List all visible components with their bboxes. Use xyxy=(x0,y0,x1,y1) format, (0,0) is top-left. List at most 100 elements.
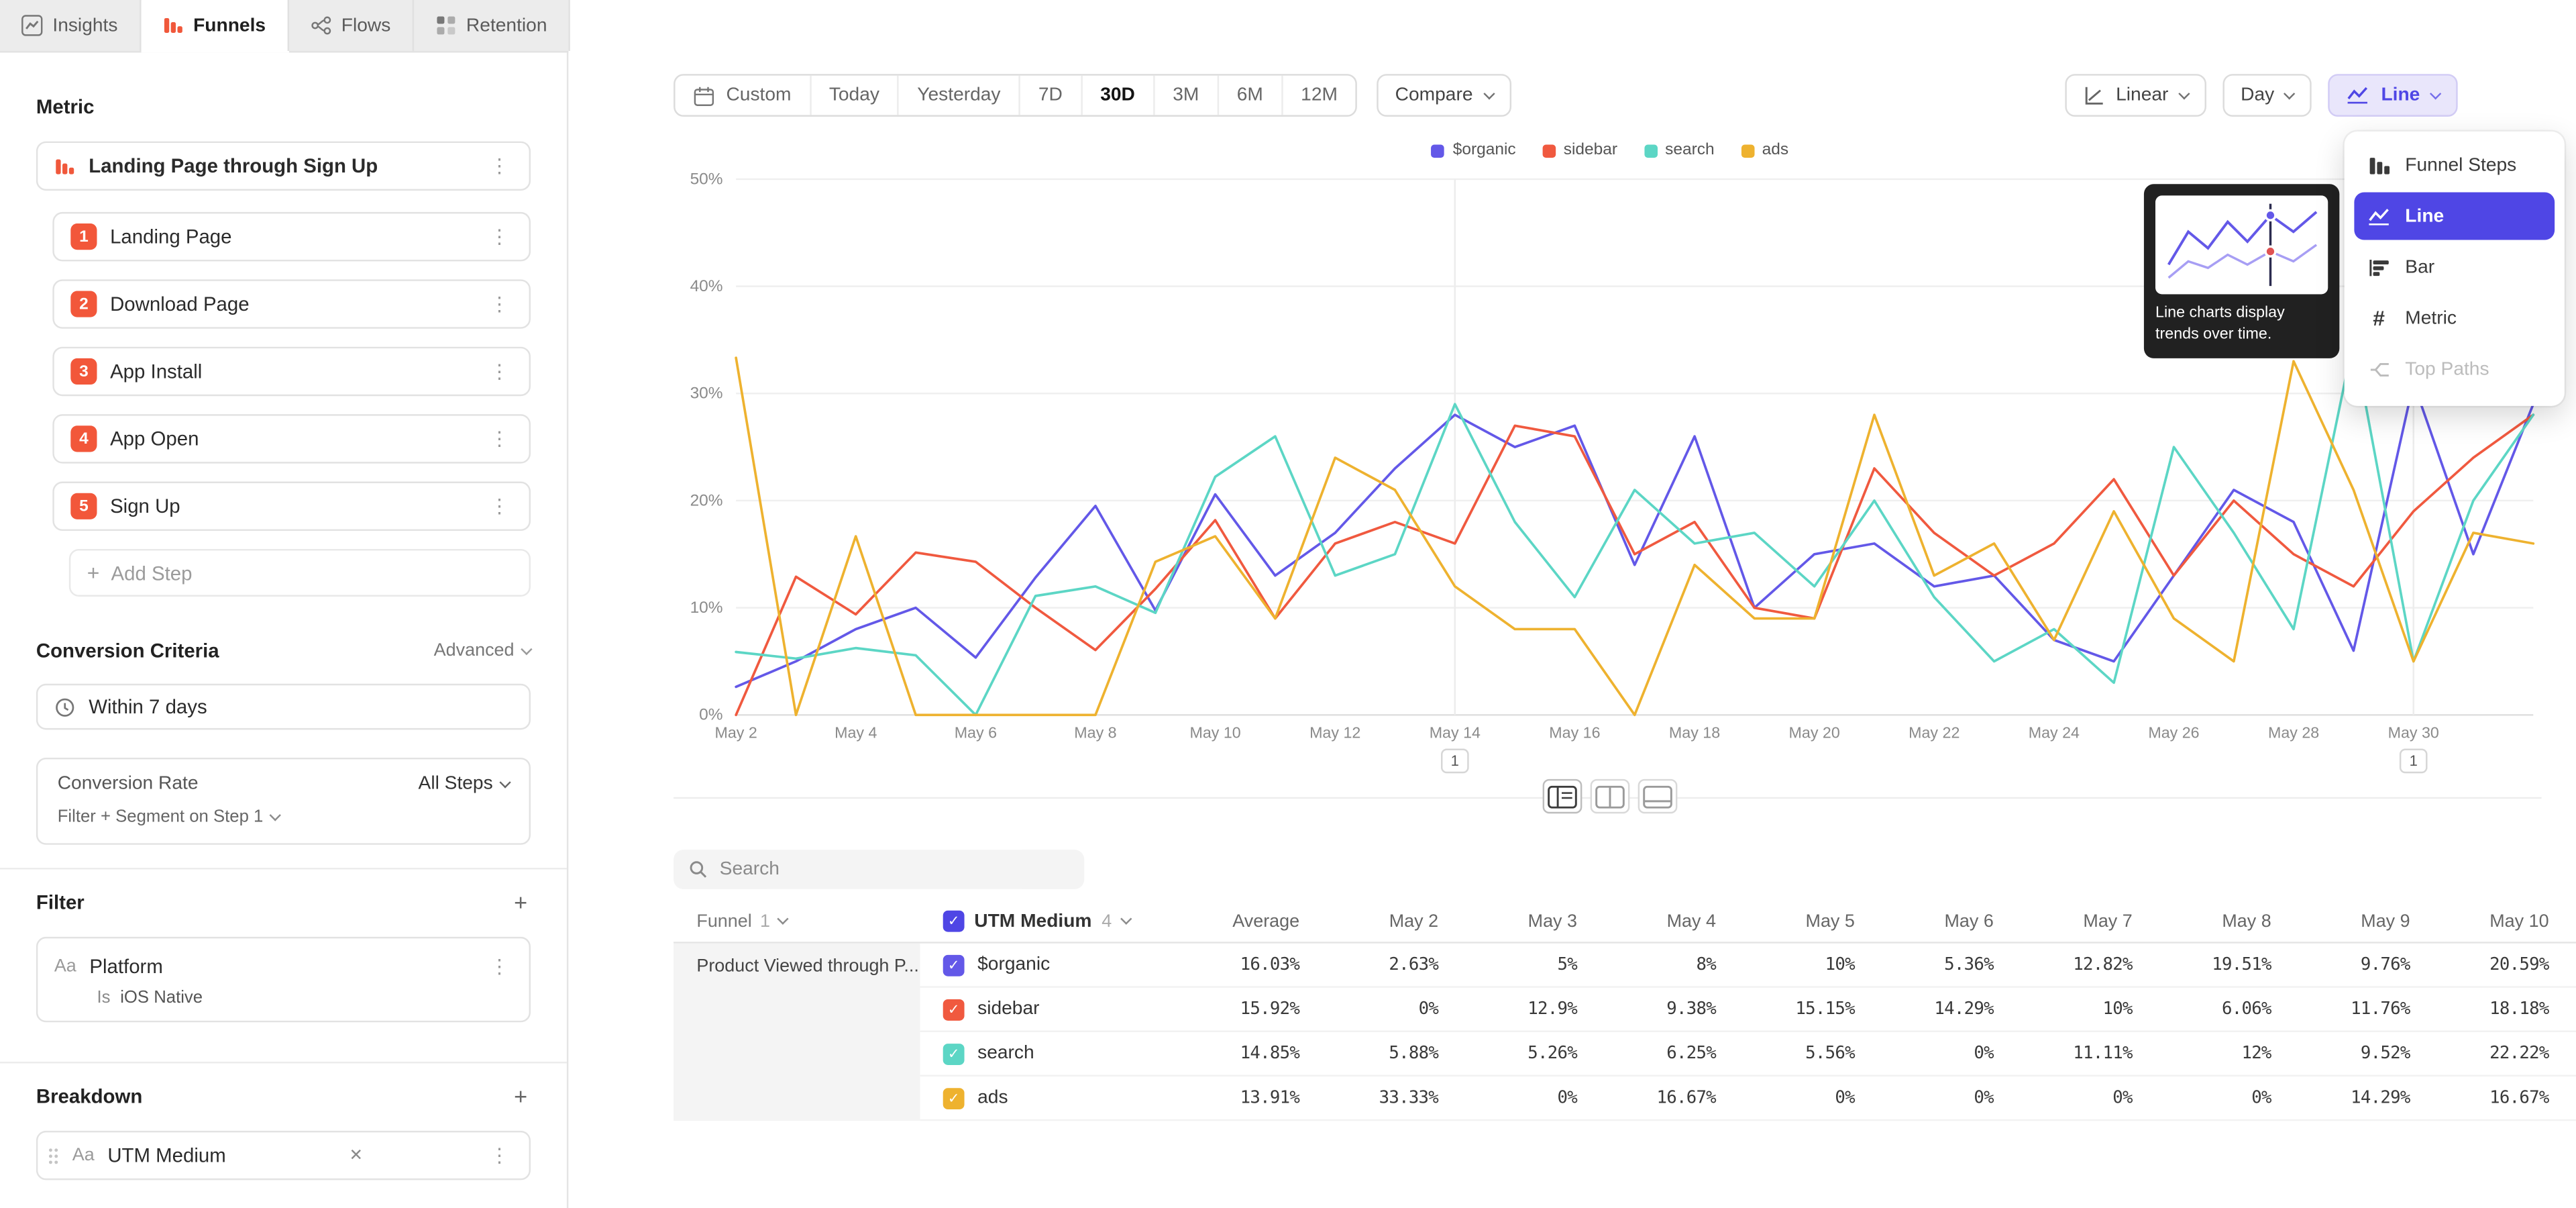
value-cell: 15.15% xyxy=(1716,999,1855,1019)
series-checkbox[interactable] xyxy=(943,999,965,1020)
breakdown-table: Funnel 1 UTM Medium 4 Average May 2May 3… xyxy=(674,901,2576,1121)
app-root: Insights Funnels Flows Retention Metric … xyxy=(0,0,2576,1208)
tab-insights[interactable]: Insights xyxy=(0,0,141,51)
legend-item[interactable]: $organic xyxy=(1432,142,1516,160)
series-checkbox[interactable] xyxy=(943,954,965,976)
kebab-menu-icon[interactable]: ⋮ xyxy=(486,156,513,176)
add-breakdown-button[interactable]: + xyxy=(511,1085,531,1107)
svg-text:May 6: May 6 xyxy=(955,724,997,742)
funnel-step-2[interactable]: 2 Download Page ⋮ xyxy=(52,279,531,328)
compare-button[interactable]: Compare xyxy=(1377,74,1511,117)
yesterday-button[interactable]: Yesterday xyxy=(899,76,1020,115)
legend-item[interactable]: search xyxy=(1644,142,1714,160)
add-filter-button[interactable]: + xyxy=(511,891,531,913)
menu-item-metric[interactable]: # Metric xyxy=(2354,294,2555,342)
svg-text:May 22: May 22 xyxy=(1909,724,1960,742)
tab-flows[interactable]: Flows xyxy=(288,0,413,51)
funnel-count: 1 xyxy=(760,911,770,931)
close-icon[interactable]: ✕ xyxy=(344,1146,368,1164)
chevron-down-icon xyxy=(270,809,281,820)
tab-funnels[interactable]: Funnels xyxy=(141,0,289,51)
step-label: Landing Page xyxy=(110,225,473,248)
menu-item-funnel-steps[interactable]: Funnel Steps xyxy=(2354,142,2555,189)
value-cell: 10% xyxy=(1994,999,2133,1019)
filter-heading: Filter xyxy=(36,891,85,913)
today-button[interactable]: Today xyxy=(811,76,899,115)
interval-dropdown[interactable]: Day xyxy=(2222,74,2312,117)
kebab-menu-icon[interactable]: ⋮ xyxy=(486,1146,513,1165)
layout-side-panel-button[interactable] xyxy=(1543,779,1582,813)
range-7d-button[interactable]: 7D xyxy=(1020,76,1082,115)
value-cell: 12.9% xyxy=(1438,999,1577,1019)
value-cell: 9.52% xyxy=(2271,1044,2410,1063)
kebab-menu-icon[interactable]: ⋮ xyxy=(486,362,513,381)
custom-range-button[interactable]: Custom xyxy=(676,76,811,115)
date-column-header: May 9 xyxy=(2271,911,2410,931)
funnel-metric-card[interactable]: Landing Page through Sign Up ⋮ xyxy=(36,142,531,191)
select-all-checkbox[interactable] xyxy=(943,911,965,932)
range-3m-button[interactable]: 3M xyxy=(1155,76,1218,115)
conversion-window[interactable]: Within 7 days xyxy=(36,684,531,730)
tab-label: Funnels xyxy=(193,15,266,35)
range-6m-button[interactable]: 6M xyxy=(1219,76,1283,115)
date-column-header: May 10 xyxy=(2410,911,2549,931)
legend-swatch xyxy=(1542,144,1556,157)
svg-text:1: 1 xyxy=(1451,752,1459,769)
breakdown-column-header[interactable]: UTM Medium 4 xyxy=(920,911,1158,932)
filter-segment-dropdown[interactable]: Filter + Segment on Step 1 xyxy=(58,807,509,826)
tab-retention[interactable]: Retention xyxy=(414,0,570,51)
search-box[interactable] xyxy=(674,850,1084,889)
legend-label: sidebar xyxy=(1564,142,1617,160)
value-cell: 9.38% xyxy=(1577,999,1716,1019)
funnel-header-label: Funnel xyxy=(696,911,751,931)
platform-filter-card[interactable]: Aa Platform ⋮ Is iOS Native xyxy=(36,937,531,1022)
kebab-menu-icon[interactable]: ⋮ xyxy=(486,429,513,448)
value-cell: 33.33% xyxy=(1299,1088,1438,1107)
funnel-group-cell[interactable]: Product Viewed through P... xyxy=(674,944,920,1121)
funnel-step-1[interactable]: 1 Landing Page ⋮ xyxy=(52,212,531,261)
chevron-down-icon xyxy=(521,643,532,654)
series-checkbox[interactable] xyxy=(943,1087,965,1109)
value-cell: 5.56% xyxy=(1716,1044,1855,1063)
value-cell: 0% xyxy=(1438,1088,1577,1107)
series-checkbox[interactable] xyxy=(943,1043,965,1064)
funnel-step-3[interactable]: 3 App Install ⋮ xyxy=(52,347,531,396)
all-steps-label: All Steps xyxy=(419,774,493,793)
breakdown-item-card[interactable]: Aa UTM Medium ✕ ⋮ xyxy=(36,1131,531,1180)
advanced-dropdown[interactable]: Advanced xyxy=(434,641,531,660)
legend-item[interactable]: sidebar xyxy=(1542,142,1617,160)
kebab-menu-icon[interactable]: ⋮ xyxy=(486,497,513,516)
value-cell: 11.11% xyxy=(1994,1044,2133,1063)
scale-dropdown[interactable]: Linear xyxy=(2065,74,2206,117)
retention-icon xyxy=(435,15,456,36)
range-30d-button[interactable]: 30D xyxy=(1082,76,1155,115)
add-step-button[interactable]: + Add Step xyxy=(69,549,531,597)
plus-icon: + xyxy=(87,562,100,584)
chevron-down-icon xyxy=(2178,87,2190,99)
kebab-menu-icon[interactable]: ⋮ xyxy=(486,227,513,246)
drag-handle-icon[interactable] xyxy=(48,1146,59,1164)
step-label: App Open xyxy=(110,427,473,450)
layout-bottom-panel-button[interactable] xyxy=(1638,779,1678,813)
layout-split-button[interactable] xyxy=(1591,779,1630,813)
chart-type-dropdown[interactable]: Line xyxy=(2328,74,2458,117)
legend-label: ads xyxy=(1762,142,1788,160)
value-cell: 6.06% xyxy=(2133,999,2271,1019)
chart-legend: $organic sidebar search ads xyxy=(674,142,2546,160)
svg-text:May 20: May 20 xyxy=(1789,724,1840,742)
kebab-menu-icon[interactable]: ⋮ xyxy=(486,294,513,313)
funnel-step-4[interactable]: 4 App Open ⋮ xyxy=(52,414,531,463)
average-value: 13.91% xyxy=(1159,1088,1300,1107)
menu-item-bar[interactable]: Bar xyxy=(2354,243,2555,291)
funnel-column-header[interactable]: Funnel 1 xyxy=(674,911,920,931)
search-input[interactable] xyxy=(720,860,1070,879)
menu-item-line[interactable]: Line xyxy=(2354,193,2555,240)
kebab-menu-icon[interactable]: ⋮ xyxy=(486,956,513,976)
all-steps-dropdown[interactable]: All Steps xyxy=(419,774,510,793)
average-value: 14.85% xyxy=(1159,1044,1300,1063)
value-cell: 0% xyxy=(1855,1044,1994,1063)
range-12m-button[interactable]: 12M xyxy=(1283,76,1356,115)
svg-text:May 30: May 30 xyxy=(2388,724,2439,742)
legend-item[interactable]: ads xyxy=(1741,142,1788,160)
funnel-step-5[interactable]: 5 Sign Up ⋮ xyxy=(52,482,531,531)
